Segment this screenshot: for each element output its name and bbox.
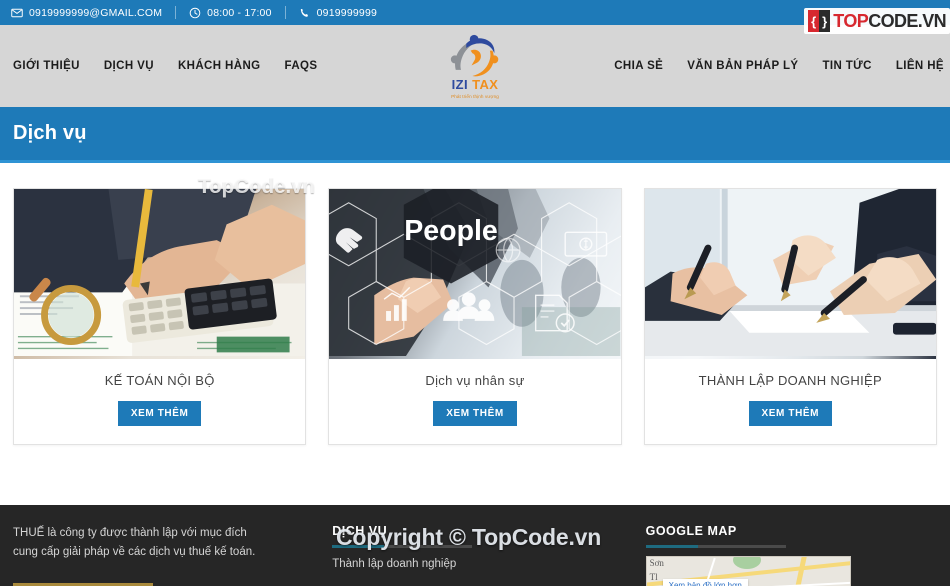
service-card-body: THÀNH LẬP DOANH NGHIỆP XEM THÊM xyxy=(645,359,936,444)
logo-word-izi: IZI xyxy=(451,77,469,93)
footer-map-heading: GOOGLE MAP xyxy=(645,524,737,538)
topbar-email[interactable]: 0919999999@GMAIL.COM xyxy=(11,7,162,19)
service-card-title: Dịch vụ nhân sự xyxy=(425,373,525,388)
footer-map-rule xyxy=(645,545,786,548)
topbar-email-text: 0919999999@GMAIL.COM xyxy=(29,6,163,19)
site-header: GIỚI THIỆU DỊCH VỤ KHÁCH HÀNG FAQS IZI T… xyxy=(0,25,950,107)
site-footer: THUẾ là công ty được thành lập với mục đ… xyxy=(0,505,950,586)
primary-nav-right: CHIA SẺ VĂN BẢN PHÁP LÝ TIN TỨC LIÊN HỆ xyxy=(614,60,950,72)
logo-word-tax: TAX xyxy=(472,77,499,93)
hr-people-illustration: People xyxy=(329,189,621,357)
page-title: Dịch vụ xyxy=(13,122,87,144)
service-card[interactable]: People Dịch vụ nhân sự XEM THÊM xyxy=(328,188,622,445)
envelope-icon xyxy=(11,7,23,19)
nav-item-tin-tuc[interactable]: TIN TỨC xyxy=(822,60,871,72)
nav-item-lien-he[interactable]: LIÊN HỆ xyxy=(896,60,944,72)
topbar-phone-text: 0919999999 xyxy=(316,6,378,19)
service-card[interactable]: KẾ TOÁN NỘI BỘ XEM THÊM xyxy=(13,188,307,445)
topbar-phone[interactable]: 0919999999 xyxy=(299,7,377,19)
footer-map-column: GOOGLE MAP Sơn Tl Xem bản đồ lớn hơn xyxy=(645,524,937,586)
topcode-wordmark-code: CODE.VN xyxy=(868,10,946,31)
service-card-title: THÀNH LẬP DOANH NGHIỆP xyxy=(698,373,882,388)
topcode-wordmark-top: TOP xyxy=(833,10,869,31)
read-more-button[interactable]: XEM THÊM xyxy=(748,401,833,426)
map-label-son: Sơn xyxy=(649,558,664,568)
read-more-button[interactable]: XEM THÊM xyxy=(117,401,202,426)
topbar-divider-2 xyxy=(284,6,286,19)
nav-item-gioi-thieu[interactable]: GIỚI THIỆU xyxy=(13,60,80,72)
nav-item-faqs[interactable]: FAQS xyxy=(285,60,318,72)
service-card-image xyxy=(644,189,936,359)
map-park-area xyxy=(732,557,761,569)
accounting-illustration xyxy=(14,189,306,357)
topbar-divider-1 xyxy=(175,6,177,19)
footer-services-column: DỊCH VỤ Thành lập doanh nghiệp xyxy=(332,524,623,586)
footer-service-link[interactable]: Thành lập doanh nghiệp xyxy=(332,556,623,573)
nav-item-van-ban-phap-ly[interactable]: VĂN BẢN PHÁP LÝ xyxy=(687,60,798,72)
logo-tagline: Phát triển thịnh vượng xyxy=(451,93,499,99)
phone-icon xyxy=(299,7,311,19)
service-card-body: Dịch vụ nhân sự XEM THÊM xyxy=(329,359,620,444)
service-card-grid: KẾ TOÁN NỘI BỘ XEM THÊM People Dịch vụ n… xyxy=(0,163,950,445)
clock-icon xyxy=(189,7,201,19)
hexagon-word: People xyxy=(405,215,499,247)
top-contact-bar: 0919999999@GMAIL.COM 08:00 - 17:00 09199… xyxy=(0,0,950,34)
topbar-hours-text: 08:00 - 17:00 xyxy=(207,6,272,19)
service-card[interactable]: THÀNH LẬP DOANH NGHIỆP XEM THÊM xyxy=(643,188,937,445)
izi-tax-logo-icon xyxy=(447,33,503,77)
topcode-wordmark: TOPCODE.VN xyxy=(833,11,946,32)
map-label-tl: Tl xyxy=(649,572,658,582)
topcode-braces-icon: { } xyxy=(808,10,831,32)
site-logo[interactable]: IZI TAX Phát triển thịnh vượng xyxy=(432,25,518,107)
read-more-button[interactable]: XEM THÊM xyxy=(433,401,517,426)
footer-about-column: THUẾ là công ty được thành lập với mục đ… xyxy=(13,524,310,586)
nav-item-dich-vu[interactable]: DỊCH VỤ xyxy=(104,60,154,72)
topbar-hours: 08:00 - 17:00 xyxy=(189,7,271,19)
nav-item-chia-se[interactable]: CHIA SẺ xyxy=(614,60,663,72)
footer-services-heading: DỊCH VỤ xyxy=(332,524,388,538)
primary-nav-left: GIỚI THIỆU DỊCH VỤ KHÁCH HÀNG FAQS xyxy=(0,60,317,72)
nav-item-khach-hang[interactable]: KHÁCH HÀNG xyxy=(178,60,261,72)
logo-wordmark: IZI TAX xyxy=(452,78,499,91)
service-card-body: KẾ TOÁN NỘI BỘ XEM THÊM xyxy=(14,359,305,444)
topcode-brace-right: } xyxy=(819,10,831,32)
footer-about-line1: THUẾ là công ty được thành lập với mục đ… xyxy=(13,527,247,539)
service-card-title: KẾ TOÁN NỘI BỘ xyxy=(104,373,215,388)
footer-services-rule xyxy=(332,545,473,548)
footer-about-line2: cung cấp giải pháp về các dịch vụ thuế k… xyxy=(13,545,256,558)
page-banner: Dịch vụ xyxy=(0,107,950,163)
google-map-embed[interactable]: Sơn Tl Xem bản đồ lớn hơn xyxy=(645,556,851,586)
service-card-image xyxy=(14,189,306,359)
topcode-watermark-logo: { } TOPCODE.VN xyxy=(804,8,950,34)
signing-documents-illustration xyxy=(644,189,936,357)
topcode-brace-left: { xyxy=(808,10,820,32)
map-view-larger-link[interactable]: Xem bản đồ lớn hơn xyxy=(662,579,748,586)
service-card-image: People xyxy=(329,189,621,359)
